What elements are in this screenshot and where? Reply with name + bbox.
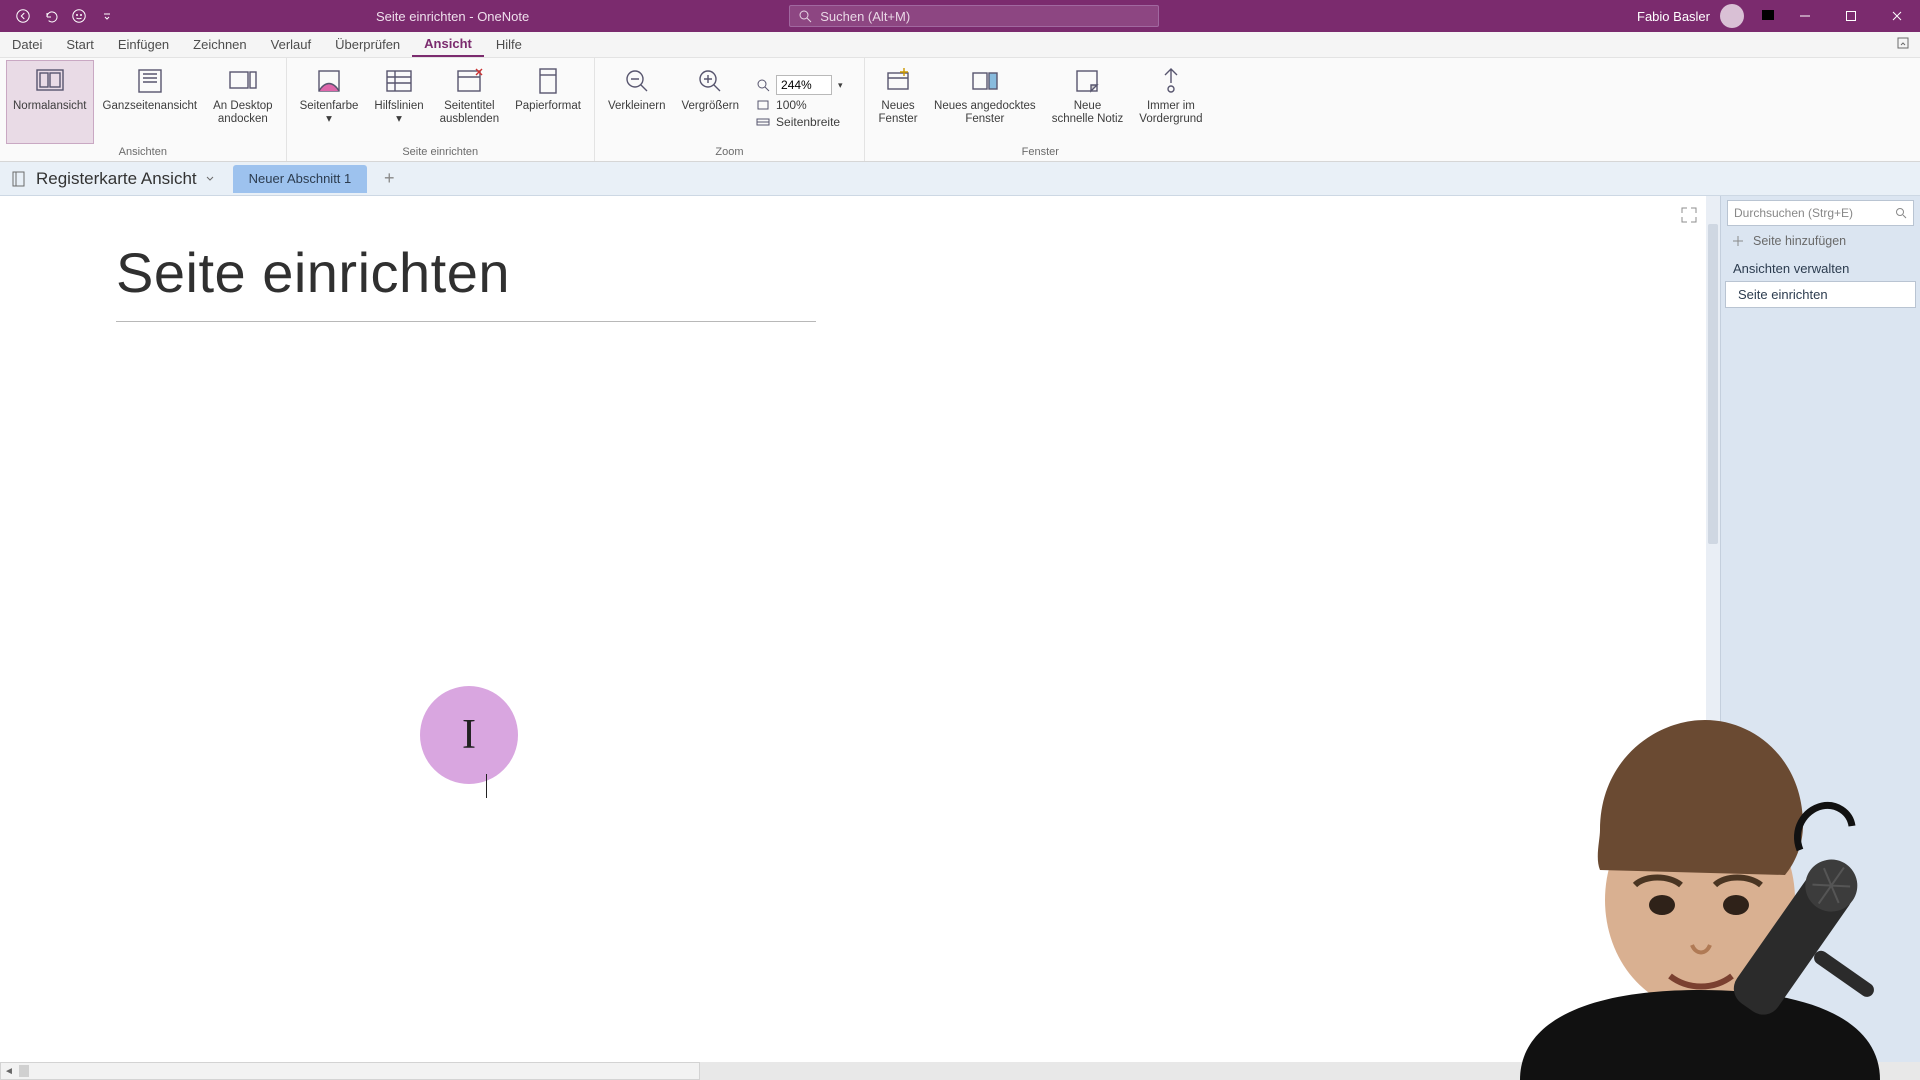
- zoom-input[interactable]: [776, 75, 832, 95]
- ribbon-group-label: Zoom: [601, 144, 858, 161]
- menu-tab-einfügen[interactable]: Einfügen: [106, 32, 181, 57]
- qat-more-icon[interactable]: [98, 7, 116, 25]
- collapse-ribbon-icon[interactable]: [1896, 36, 1910, 53]
- add-page-button[interactable]: Seite hinzufügen: [1721, 226, 1920, 256]
- undo-icon[interactable]: [42, 7, 60, 25]
- dock-desktop-button[interactable]: An Desktop andocken: [206, 60, 279, 144]
- avatar[interactable]: [1720, 4, 1744, 28]
- new-window-icon: [881, 64, 915, 98]
- vertical-scrollbar[interactable]: [1706, 196, 1720, 1062]
- pages-search[interactable]: Durchsuchen (Strg+E): [1727, 200, 1914, 226]
- new-docked-icon: [968, 64, 1002, 98]
- text-caret: [486, 774, 487, 798]
- normal-view-icon: [33, 64, 67, 98]
- document-title: Seite einrichten: [376, 9, 466, 24]
- highlight-cursor-icon: I: [420, 686, 518, 784]
- menu-tab-start[interactable]: Start: [54, 32, 105, 57]
- new-docked-button[interactable]: Neues angedocktes Fenster: [927, 60, 1043, 144]
- zoom-in-button[interactable]: Vergrößern: [675, 60, 747, 144]
- zoom-out-button[interactable]: Verkleinern: [601, 60, 673, 144]
- page-color-button[interactable]: Seitenfarbe ▾: [293, 60, 366, 144]
- ribbon-group-label: Fenster: [871, 144, 1210, 161]
- ribbon-group-label: Ansichten: [6, 144, 280, 161]
- search-placeholder: Suchen (Alt+M): [820, 9, 910, 24]
- zoom-100-button[interactable]: 100%: [756, 98, 850, 112]
- close-button[interactable]: [1874, 0, 1920, 32]
- fullscreen-toggle-icon[interactable]: [1680, 206, 1698, 229]
- menu-tab-ansicht[interactable]: Ansicht: [412, 32, 484, 57]
- new-window-button[interactable]: Neues Fenster: [871, 60, 925, 144]
- menu-tab-datei[interactable]: Datei: [0, 32, 54, 57]
- hide-title-button[interactable]: Seitentitel ausblenden: [433, 60, 506, 144]
- notebook-selector[interactable]: Registerkarte Ansicht: [10, 169, 215, 189]
- page-list-item[interactable]: Ansichten verwalten: [1721, 256, 1920, 281]
- hide-title-icon: [452, 64, 486, 98]
- ribbon-group-label: Seite einrichten: [293, 144, 588, 161]
- page-canvas[interactable]: Seite einrichten I: [0, 196, 1720, 1062]
- maximize-button[interactable]: [1828, 0, 1874, 32]
- app-name: OneNote: [477, 9, 529, 24]
- ribbon-display-icon[interactable]: [1760, 7, 1776, 26]
- quick-note-icon: [1070, 64, 1104, 98]
- menu-tab-zeichnen[interactable]: Zeichnen: [181, 32, 258, 57]
- paper-size-icon: [531, 64, 565, 98]
- user-name[interactable]: Fabio Basler: [1637, 9, 1710, 24]
- global-search[interactable]: Suchen (Alt+M): [789, 5, 1159, 27]
- fullpage-view-icon: [133, 64, 167, 98]
- menu-tab-überprüfen[interactable]: Überprüfen: [323, 32, 412, 57]
- horizontal-scrollbar-thumb[interactable]: [19, 1065, 29, 1077]
- always-on-top-icon: [1154, 64, 1188, 98]
- menu-tab-verlauf[interactable]: Verlauf: [259, 32, 323, 57]
- back-icon[interactable]: [14, 7, 32, 25]
- quick-note-button[interactable]: Neue schnelle Notiz: [1045, 60, 1131, 144]
- minimize-button[interactable]: [1782, 0, 1828, 32]
- scroll-left-icon[interactable]: ◄: [1, 1063, 17, 1079]
- page-list-item[interactable]: Seite einrichten: [1725, 281, 1916, 308]
- fullpage-view-button[interactable]: Ganzseitenansicht: [96, 60, 205, 144]
- paper-size-button[interactable]: Papierformat: [508, 60, 588, 144]
- zoom-in-icon: [693, 64, 727, 98]
- page-title[interactable]: Seite einrichten: [116, 240, 816, 322]
- zoom-value-field[interactable]: ▾: [756, 75, 850, 95]
- horizontal-scrollbar[interactable]: ◄: [0, 1062, 700, 1080]
- touch-icon[interactable]: [70, 7, 88, 25]
- page-color-icon: [312, 64, 346, 98]
- always-on-top-button[interactable]: Immer im Vordergrund: [1132, 60, 1209, 144]
- zoom-pagewidth-button[interactable]: Seitenbreite: [756, 115, 850, 129]
- rule-lines-icon: [382, 64, 416, 98]
- menu-tab-hilfe[interactable]: Hilfe: [484, 32, 534, 57]
- section-tab[interactable]: Neuer Abschnitt 1: [233, 165, 368, 193]
- normal-view-button[interactable]: Normalansicht: [6, 60, 94, 144]
- vertical-scrollbar-thumb[interactable]: [1708, 224, 1718, 544]
- dock-desktop-icon: [226, 64, 260, 98]
- rule-lines-button[interactable]: Hilfslinien ▾: [367, 60, 430, 144]
- add-section-button[interactable]: +: [377, 167, 401, 191]
- zoom-out-icon: [620, 64, 654, 98]
